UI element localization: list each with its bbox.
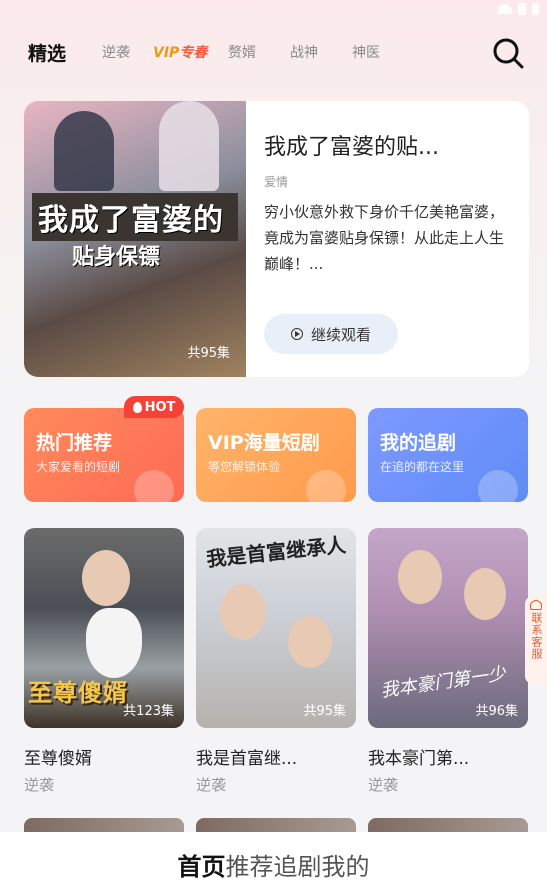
drama-card-peek[interactable] bbox=[368, 818, 528, 832]
drama-poster[interactable]: 至尊傻婿 共123集 bbox=[24, 528, 184, 728]
headset-icon bbox=[530, 600, 542, 610]
featured-card[interactable]: 我成了富婆的 贴身保镖 共95集 我成了富婆的贴... 爱情 穷小伙意外救下身价… bbox=[24, 101, 529, 377]
poster-title: 我本豪门第一少 bbox=[379, 663, 508, 702]
drama-title[interactable]: 至尊傻婿 bbox=[24, 744, 92, 769]
drama-card-peek[interactable] bbox=[24, 818, 184, 832]
drama-card[interactable]: 至尊傻婿 共123集 至尊傻婿 逆袭 bbox=[24, 528, 184, 796]
continue-watching-button[interactable]: 继续观看 bbox=[264, 314, 398, 354]
signal-icon bbox=[518, 3, 526, 15]
episode-count: 共95集 bbox=[187, 346, 230, 361]
drama-card-peek[interactable] bbox=[196, 818, 356, 832]
nav-mine[interactable]: 我的 bbox=[322, 847, 370, 882]
mask-image bbox=[86, 608, 142, 678]
customer-service-button[interactable]: 联系客服 bbox=[525, 596, 547, 684]
poster-face bbox=[220, 584, 266, 640]
category-subtitle: 等您解锁体验 bbox=[208, 460, 281, 474]
drama-genre: 逆袭 bbox=[196, 776, 227, 794]
drama-genre: 逆袭 bbox=[24, 776, 55, 794]
status-bar bbox=[498, 0, 539, 18]
poster-face bbox=[82, 550, 130, 606]
featured-title[interactable]: 我成了富婆的贴... bbox=[264, 129, 439, 161]
continue-label: 继续观看 bbox=[310, 325, 371, 344]
category-vip[interactable]: VIP海量短剧 等您解锁体验 bbox=[196, 408, 356, 502]
featured-poster[interactable]: 我成了富婆的 贴身保镖 共95集 bbox=[24, 101, 246, 377]
episode-count: 共123集 bbox=[123, 704, 174, 719]
poster-face bbox=[288, 616, 332, 668]
search-icon[interactable] bbox=[491, 36, 525, 70]
vip-tab-label: VIP bbox=[153, 45, 180, 61]
category-title: 热门推荐 bbox=[36, 432, 113, 454]
battery-icon bbox=[532, 3, 539, 15]
customer-service-label: 联系客服 bbox=[530, 612, 543, 660]
tab-featured[interactable]: 精选 bbox=[28, 39, 66, 66]
drama-genre: 逆袭 bbox=[368, 776, 399, 794]
poster-figure bbox=[54, 111, 114, 191]
top-nav: 精选 逆袭 VIP专春 赘婿 战神 神医 bbox=[0, 30, 547, 76]
nav-follow[interactable]: 追剧 bbox=[274, 847, 322, 882]
episode-count: 共95集 bbox=[303, 704, 346, 719]
drama-card[interactable]: 我本豪门第一少 共96集 我本豪门第... 逆袭 bbox=[368, 528, 528, 796]
poster-figure bbox=[159, 101, 219, 191]
nav-recommend[interactable]: 推荐 bbox=[226, 847, 274, 882]
tab-son-in-law[interactable]: 赘婿 bbox=[228, 42, 256, 62]
film-reel-icon bbox=[478, 470, 518, 502]
category-my-dramas[interactable]: 我的追剧 在追的都在这里 bbox=[368, 408, 528, 502]
hot-badge: HOT bbox=[124, 396, 184, 418]
category-subtitle: 大家爱看的短剧 bbox=[36, 460, 121, 474]
poster-title: 我是首富继承人 bbox=[205, 532, 348, 572]
hot-badge-label: HOT bbox=[144, 399, 176, 415]
category-hot[interactable]: 热门推荐 大家爱看的短剧 bbox=[24, 408, 184, 502]
poster-subtitle: 贴身保镖 bbox=[72, 245, 161, 270]
category-title: 我的追剧 bbox=[380, 432, 457, 454]
featured-description: 穷小伙意外救下身价千亿美艳富婆，竟成为富婆贴身保镖！从此走上人生巅峰！... bbox=[264, 203, 505, 273]
wifi-icon bbox=[498, 4, 512, 14]
drama-title[interactable]: 我是首富继... bbox=[196, 744, 297, 769]
tab-vip[interactable]: VIP专春 bbox=[153, 42, 207, 62]
tab-war-god[interactable]: 战神 bbox=[290, 42, 318, 62]
episode-count: 共96集 bbox=[475, 704, 518, 719]
nav-home[interactable]: 首页 bbox=[178, 847, 226, 882]
poster-face bbox=[464, 568, 506, 620]
poster-title: 我成了富婆的 bbox=[32, 193, 238, 241]
tab-comeback[interactable]: 逆袭 bbox=[102, 42, 130, 62]
flame-icon bbox=[132, 401, 142, 413]
play-icon bbox=[290, 328, 303, 340]
drama-card[interactable]: 我是首富继承人 共95集 我是首富继... 逆袭 bbox=[196, 528, 356, 796]
category-title: VIP海量短剧 bbox=[208, 432, 320, 454]
drama-poster[interactable]: 我是首富继承人 共95集 bbox=[196, 528, 356, 728]
vip-tab-suffix: 专春 bbox=[179, 45, 208, 61]
tv-icon bbox=[134, 470, 174, 502]
tab-doctor[interactable]: 神医 bbox=[352, 42, 380, 62]
category-subtitle: 在追的都在这里 bbox=[380, 460, 465, 474]
drama-title[interactable]: 我本豪门第... bbox=[368, 744, 469, 769]
drama-poster[interactable]: 我本豪门第一少 共96集 bbox=[368, 528, 528, 728]
poster-face bbox=[398, 550, 442, 604]
featured-genre: 爱情 bbox=[264, 175, 289, 189]
clapperboard-icon bbox=[306, 470, 346, 502]
bottom-nav: 首页 推荐 追剧 我的 bbox=[0, 832, 547, 896]
